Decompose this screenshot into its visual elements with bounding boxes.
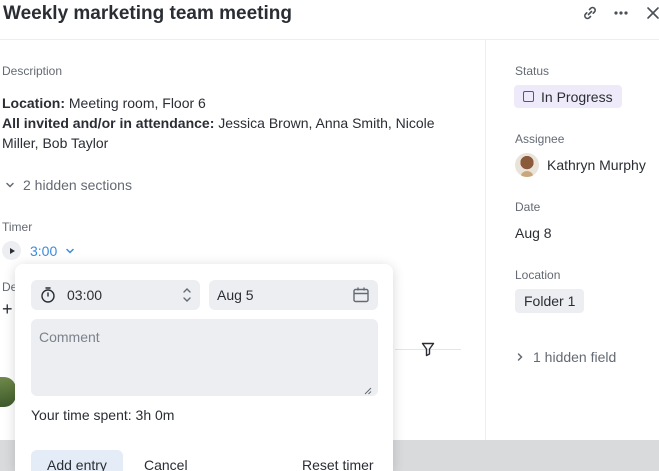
calendar-icon[interactable] xyxy=(352,286,370,304)
details-sidebar: Status In Progress Assignee Kathryn Murp… xyxy=(485,40,659,440)
chevron-down-icon xyxy=(5,177,15,193)
hidden-sections-toggle[interactable]: 2 hidden sections xyxy=(5,177,132,193)
attendance-key: All invited and/or in attendance: xyxy=(2,115,215,131)
location-badge[interactable]: Folder 1 xyxy=(515,289,585,313)
comment-field[interactable] xyxy=(31,319,378,396)
timer-row: 3:00 xyxy=(2,241,75,260)
avatar[interactable] xyxy=(515,153,539,177)
task-title[interactable]: Weekly marketing team meeting xyxy=(3,3,292,25)
avatar xyxy=(0,377,16,407)
date-input-value: Aug 5 xyxy=(217,287,254,303)
location-label: Location xyxy=(515,268,561,282)
timer-value: 3:00 xyxy=(30,242,58,259)
duration-input[interactable]: 03:00 xyxy=(31,280,200,310)
cancel-button[interactable]: Cancel xyxy=(144,457,188,471)
time-spent-text: Your time spent: 3h 0m xyxy=(31,407,175,423)
play-icon[interactable] xyxy=(2,241,21,260)
date-value[interactable]: Aug 8 xyxy=(515,225,552,241)
description-body[interactable]: Location: Meeting room, Floor 6 All invi… xyxy=(2,93,472,153)
popover-actions: Add entry Cancel Reset timer xyxy=(15,440,393,471)
hidden-field-label: 1 hidden field xyxy=(533,349,617,365)
timer-label: Timer xyxy=(2,220,33,234)
location-key: Location: xyxy=(2,95,65,111)
date-input[interactable]: Aug 5 xyxy=(209,280,378,310)
close-icon[interactable] xyxy=(644,4,659,22)
reset-timer-button[interactable]: Reset timer xyxy=(302,457,374,471)
status-icon xyxy=(523,91,534,102)
assignee-name[interactable]: Kathryn Murphy xyxy=(547,157,646,173)
add-icon[interactable]: + xyxy=(2,300,13,318)
date-label: Date xyxy=(515,200,541,214)
location-value: Meeting room, Floor 6 xyxy=(65,95,206,111)
duration-value: 03:00 xyxy=(67,287,103,303)
task-header: Weekly marketing team meeting xyxy=(0,0,659,40)
stepper-icon[interactable] xyxy=(182,286,192,304)
resize-handle-icon[interactable] xyxy=(363,382,372,395)
description-label: Description xyxy=(2,64,63,78)
stopwatch-icon xyxy=(39,286,57,304)
link-icon[interactable] xyxy=(581,4,599,22)
add-entry-button[interactable]: Add entry xyxy=(31,450,123,471)
location-value: Folder 1 xyxy=(524,293,576,309)
hidden-field-toggle[interactable]: 1 hidden field xyxy=(515,349,616,365)
chevron-down-icon xyxy=(65,243,75,259)
timer-dropdown[interactable]: 3:00 xyxy=(30,243,75,259)
status-value: In Progress xyxy=(541,88,613,105)
assignee-label: Assignee xyxy=(515,132,565,146)
filter-icon[interactable] xyxy=(421,341,435,357)
more-icon[interactable] xyxy=(612,4,630,22)
hidden-sections-label: 2 hidden sections xyxy=(23,177,132,193)
chevron-right-icon xyxy=(515,349,525,365)
status-badge[interactable]: In Progress xyxy=(514,85,622,108)
status-label: Status xyxy=(515,64,550,78)
